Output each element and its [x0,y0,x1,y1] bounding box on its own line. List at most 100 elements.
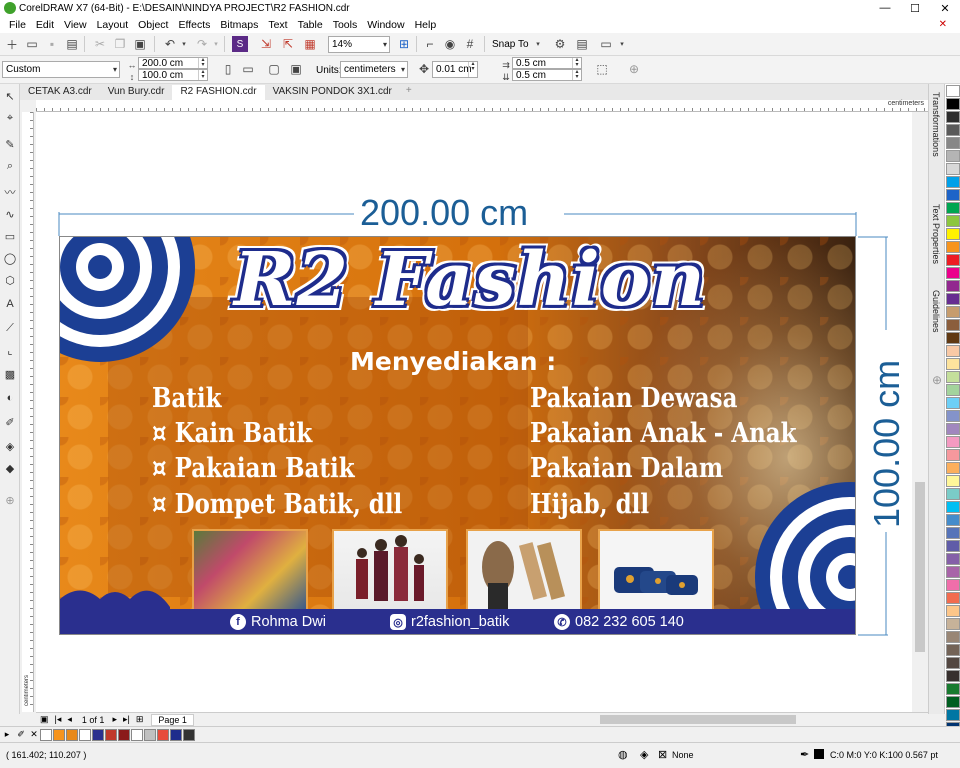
color-swatch[interactable] [946,98,960,110]
color-swatch[interactable] [946,436,960,448]
banner-artwork[interactable]: R2 Fashion Menyediakan : Batik ¤ Kain Ba… [59,236,856,635]
page-width-field[interactable]: 200.0 cm ▴ ▾ [138,57,208,69]
color-swatch[interactable] [946,488,960,500]
snap-to-dropdown-icon[interactable]: ▾ [530,36,546,52]
width-dimension-label[interactable]: 200.00 cm [360,192,528,234]
docker-guidelines[interactable]: Guidelines [931,290,941,333]
color-swatch[interactable] [946,527,960,539]
duplicate-distance-y-field[interactable]: 0.5 cm ▴ ▾ [512,69,582,81]
no-color-icon[interactable]: ✕ [28,729,40,740]
zoom-level-select[interactable]: 14% ▾ [328,36,390,53]
parallel-dimension-tool-icon[interactable]: ⟋ [2,320,18,336]
save-icon[interactable]: ▪ [44,36,60,52]
import-icon[interactable]: ⇲ [258,36,274,52]
document-color-swatch[interactable] [105,728,117,741]
export-icon[interactable]: ⇱ [280,36,296,52]
color-swatch[interactable] [946,410,960,422]
pick-tool-icon[interactable]: ↖ [2,88,18,104]
new-tab-icon[interactable]: + [400,85,418,100]
undo-dropdown-icon[interactable]: ▾ [176,36,192,52]
landscape-icon[interactable]: ▭ [240,61,256,77]
color-swatch[interactable] [946,514,960,526]
color-swatch[interactable] [946,644,960,656]
show-guidelines-icon[interactable]: # [462,36,478,52]
full-screen-preview-icon[interactable]: ⊞ [396,36,412,52]
polygon-tool-icon[interactable]: ⬡ [2,272,18,288]
vertical-ruler[interactable]: centimeters [22,112,34,712]
color-swatch[interactable] [946,163,960,175]
open-icon[interactable]: ▭ [24,36,40,52]
drop-shadow-tool-icon[interactable]: ▩ [2,366,18,382]
eyedropper-icon[interactable]: ✐ [14,729,28,740]
nudge-distance-field[interactable]: 0.01 cm ▴ ▾ [432,61,478,78]
duplicate-distance-x-field[interactable]: 0.5 cm ▴ ▾ [512,57,582,69]
minimize-button[interactable]: — [870,0,900,16]
docker-text-properties[interactable]: Text Properties [931,204,941,264]
zoom-tool-icon[interactable]: ⌕ [2,158,18,174]
crop-tool-icon[interactable]: ✎ [2,136,18,152]
document-color-swatch[interactable] [79,728,91,741]
text-tool-icon[interactable]: A [2,296,18,312]
color-swatch[interactable] [946,319,960,331]
tab-vun-bury[interactable]: Vun Bury.cdr [100,85,173,100]
color-swatch[interactable] [946,293,960,305]
menu-view[interactable]: View [59,19,92,31]
menu-file[interactable]: File [4,19,31,31]
menu-layout[interactable]: Layout [92,19,134,31]
menu-edit[interactable]: Edit [31,19,59,31]
shape-tool-icon[interactable]: ⌖ [2,110,18,126]
color-swatch[interactable] [946,475,960,487]
add-docker-icon[interactable]: ⊕ [929,372,945,388]
document-color-swatch[interactable] [53,728,65,741]
add-options-icon[interactable]: ⊕ [626,61,642,77]
color-swatch[interactable] [946,280,960,292]
palette-menu-icon[interactable]: ▸ [0,729,14,740]
color-swatch[interactable] [946,254,960,266]
treat-as-filled-icon[interactable]: ⬚ [594,61,610,77]
document-color-swatch[interactable] [92,728,104,741]
color-swatch[interactable] [946,150,960,162]
horizontal-scrollbar[interactable] [490,712,912,726]
color-swatch[interactable] [946,176,960,188]
color-swatch[interactable] [946,683,960,695]
color-swatch[interactable] [946,371,960,383]
document-color-swatch[interactable] [157,728,169,741]
add-tool-icon[interactable]: ⊕ [2,492,18,508]
maximize-button[interactable]: ☐ [900,0,930,16]
menu-tools[interactable]: Tools [328,19,363,31]
document-color-swatch[interactable] [170,728,182,741]
color-swatch[interactable] [946,345,960,357]
color-swatch[interactable] [946,384,960,396]
color-swatch[interactable] [946,605,960,617]
color-swatch[interactable] [946,462,960,474]
vertical-scrollbar[interactable] [912,112,928,712]
color-swatch[interactable] [946,423,960,435]
color-swatch[interactable] [946,579,960,591]
launcher-dropdown-icon[interactable]: ▾ [614,36,630,52]
copy-icon[interactable]: ❐ [112,36,128,52]
show-rulers-icon[interactable]: ⌐ [422,36,438,52]
print-icon[interactable]: ▤ [64,36,80,52]
interactive-fill-tool-icon[interactable]: ◈ [2,438,18,454]
ellipse-tool-icon[interactable]: ◯ [2,250,18,266]
eyedropper-tool-icon[interactable]: ✐ [2,414,18,430]
all-pages-icon[interactable]: ▢ [266,61,282,77]
color-swatch[interactable] [946,696,960,708]
page-size-select[interactable]: Custom ▾ [2,61,120,78]
color-swatch[interactable] [946,306,960,318]
new-document-icon[interactable]: ＋ [4,36,20,52]
color-swatch[interactable] [946,358,960,370]
color-swatch[interactable] [946,657,960,669]
menu-bitmaps[interactable]: Bitmaps [215,19,263,31]
color-swatch[interactable] [946,241,960,253]
tab-cetak-a3[interactable]: CETAK A3.cdr [20,85,100,100]
portrait-icon[interactable]: ▯ [220,61,236,77]
transparency-tool-icon[interactable]: ◐ [2,390,18,406]
current-page-icon[interactable]: ▣ [288,61,304,77]
color-swatch[interactable] [946,631,960,643]
document-color-swatch[interactable] [40,728,52,741]
menu-text[interactable]: Text [263,19,292,31]
menu-window[interactable]: Window [362,19,409,31]
rectangle-tool-icon[interactable]: ▭ [2,228,18,244]
height-dimension-label[interactable]: 100.00 cm [866,360,908,528]
